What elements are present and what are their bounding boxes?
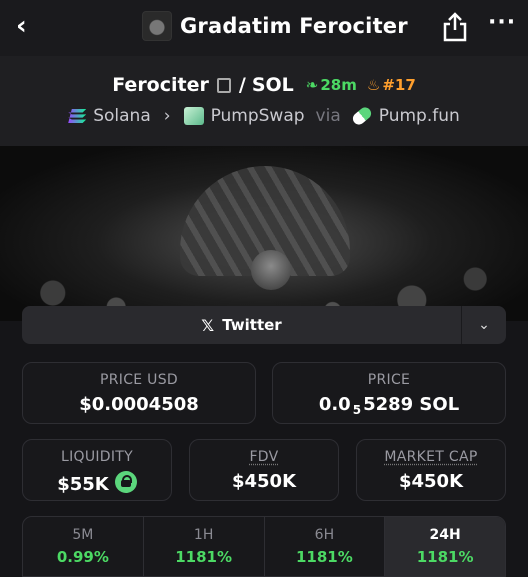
price-sol-value: 0.0 5 5289 SOL <box>273 394 505 417</box>
tab-1h[interactable]: 1H 1181% <box>144 517 265 576</box>
tab-label: 6H <box>314 527 335 543</box>
market-cap-label: MARKET CAP <box>384 449 478 465</box>
price-label: PRICE <box>367 372 411 388</box>
social-links-bar: 𝕏 Twitter ⌄ <box>22 306 506 344</box>
dex-link[interactable]: PumpSwap <box>211 106 305 126</box>
back-icon[interactable]: ‹ <box>16 12 42 40</box>
pair-separator: / <box>238 74 246 96</box>
pair-age: ❧ 28m <box>306 76 357 94</box>
share-icon[interactable] <box>440 11 470 43</box>
launchpad-link[interactable]: Pump.fun <box>379 106 460 126</box>
chain-link[interactable]: Solana <box>93 106 151 126</box>
liquidity-row: $55K <box>23 471 171 495</box>
twitter-label: Twitter <box>222 316 282 334</box>
lock-icon[interactable] <box>114 471 137 493</box>
more-options-icon[interactable]: ··· <box>488 10 516 35</box>
fdv-value: $450K <box>231 471 297 492</box>
pumpswap-icon <box>183 107 204 125</box>
liquidity-value: $55K <box>57 474 109 495</box>
pair-info: Ferociter / SOL ❧ 28m ♨ #17 Solana › PumpS… <box>0 56 528 146</box>
price-prefix: 0.0 <box>318 394 351 415</box>
price-change: 1181% <box>416 548 474 566</box>
route-breadcrumb: Solana › PumpSwap via Pump.fun <box>0 104 528 128</box>
via-label: via <box>315 106 341 126</box>
fdv-label: FDV <box>249 449 279 465</box>
token-header: Gradatim Ferociter <box>142 10 408 42</box>
pumpfun-icon <box>350 104 374 128</box>
price-change: 1181% <box>175 548 233 566</box>
quote-token: SOL <box>251 74 294 96</box>
tab-label: 1H <box>193 527 214 543</box>
price-usd-label: PRICE USD <box>100 372 178 388</box>
liquidity-label: LIQUIDITY <box>60 449 134 465</box>
price-usd-card: PRICE USD $0.0004508 <box>22 362 256 424</box>
sprout-icon: ❧ <box>305 76 319 94</box>
trending-rank-value: #17 <box>382 76 416 94</box>
token-avatar <box>142 11 172 41</box>
solana-icon <box>68 109 87 123</box>
copy-icon[interactable] <box>216 77 231 93</box>
trending-rank: ♨ #17 <box>367 76 416 94</box>
price-usd-value: $0.0004508 <box>79 394 199 415</box>
market-cap-card: MARKET CAP $450K <box>356 439 506 501</box>
tab-5m[interactable]: 5M 0.99% <box>23 517 144 576</box>
base-token: Ferociter <box>112 74 209 96</box>
pair-age-value: 28m <box>320 76 357 94</box>
price-sol-card: PRICE 0.0 5 5289 SOL <box>272 362 506 424</box>
chevron-down-icon[interactable]: ⌄ <box>462 306 506 344</box>
tab-6h[interactable]: 6H 1181% <box>265 517 386 576</box>
price-change: 1181% <box>295 548 353 566</box>
tab-label: 24H <box>429 527 461 543</box>
pair-line: Ferociter / SOL ❧ 28m ♨ #17 <box>0 74 528 96</box>
fdv-card: FDV $450K <box>189 439 339 501</box>
timeframe-tabs: 5M 0.99% 1H 1181% 6H 1181% 24H 1181% <box>22 516 506 577</box>
market-cap-value: $450K <box>398 471 464 492</box>
token-banner-image <box>0 146 528 321</box>
top-bar: ‹ Gradatim Ferociter ··· <box>0 0 528 56</box>
flame-icon: ♨ <box>366 76 381 94</box>
price-zero-count: 5 <box>352 403 362 417</box>
liquidity-card: LIQUIDITY $55K <box>22 439 172 501</box>
tab-label: 5M <box>72 527 94 543</box>
tab-24h[interactable]: 24H 1181% <box>385 517 505 576</box>
twitter-button[interactable]: 𝕏 Twitter <box>22 306 462 344</box>
x-icon: 𝕏 <box>201 315 215 335</box>
page-title: Gradatim Ferociter <box>180 14 408 38</box>
price-change: 0.99% <box>56 548 109 566</box>
chevron-right-icon: › <box>163 106 171 126</box>
price-suffix: 5289 SOL <box>363 394 460 415</box>
